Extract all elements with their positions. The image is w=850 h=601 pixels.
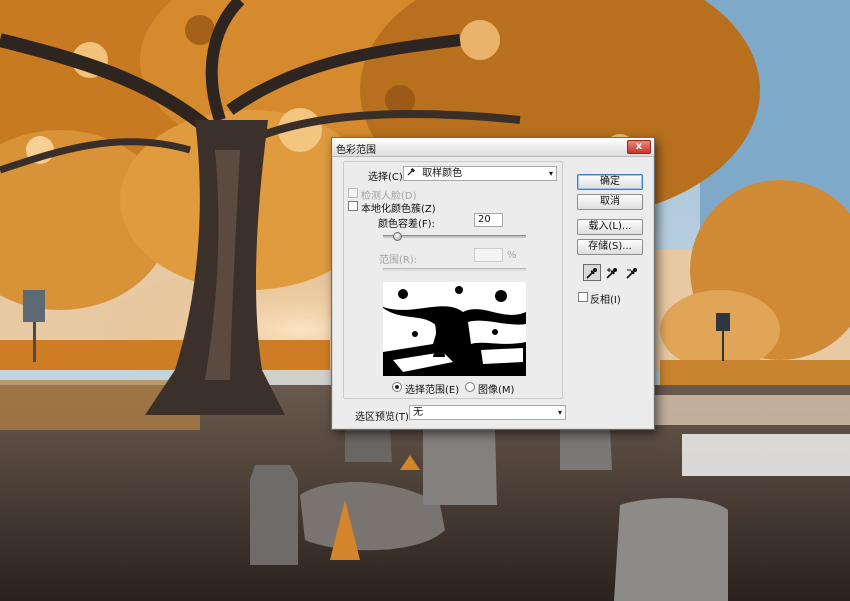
localized-clusters-label: 本地化颜色簇(Z)	[361, 204, 436, 215]
fuzziness-label: 颜色容差(F):	[378, 219, 435, 230]
select-value: 取样颜色	[422, 168, 463, 179]
range-label: 范围(R):	[379, 255, 418, 266]
dialog-title: 色彩范围	[336, 145, 376, 156]
save-button[interactable]: 存储(S)...	[577, 239, 643, 255]
selection-preview-dropdown[interactable]: 无 ▾	[409, 405, 566, 420]
eyedropper-small-icon	[407, 167, 419, 180]
load-button[interactable]: 载入(L)...	[577, 219, 643, 235]
fuzziness-input[interactable]: 20	[474, 213, 503, 227]
radio-image[interactable]	[465, 382, 475, 392]
dialog-titlebar[interactable]: 色彩范围 x	[332, 138, 654, 157]
radio-image-label: 图像(M)	[478, 385, 515, 396]
eyedropper-plus-icon[interactable]	[603, 264, 621, 281]
selection-preview-label: 选区预览(T):	[355, 412, 413, 423]
invert-checkbox[interactable]	[578, 292, 588, 302]
range-slider-track[interactable]	[383, 268, 526, 271]
invert-label: 反相(I)	[590, 295, 621, 306]
radio-selection-label: 选择范围(E)	[405, 385, 460, 396]
chevron-down-icon: ▾	[548, 169, 553, 178]
eyedropper-minus-icon[interactable]	[623, 264, 641, 281]
range-unit: %	[507, 250, 517, 261]
select-label: 选择(C):	[368, 172, 407, 183]
localized-clusters-checkbox[interactable]	[348, 201, 358, 211]
close-button[interactable]: x	[627, 140, 651, 154]
eyedropper-icon[interactable]	[583, 264, 601, 281]
selection-preview-value: 无	[413, 407, 423, 418]
ok-button[interactable]: 确定	[577, 174, 643, 190]
mask-preview[interactable]	[383, 282, 526, 376]
radio-selection[interactable]	[392, 382, 402, 392]
select-dropdown[interactable]: 取样颜色 ▾	[403, 166, 557, 181]
fuzziness-slider-track[interactable]	[383, 235, 526, 238]
detect-faces-checkbox[interactable]	[348, 188, 358, 198]
range-input[interactable]	[474, 248, 503, 262]
cancel-button[interactable]: 取消	[577, 194, 643, 210]
chevron-down-icon: ▾	[557, 408, 562, 417]
